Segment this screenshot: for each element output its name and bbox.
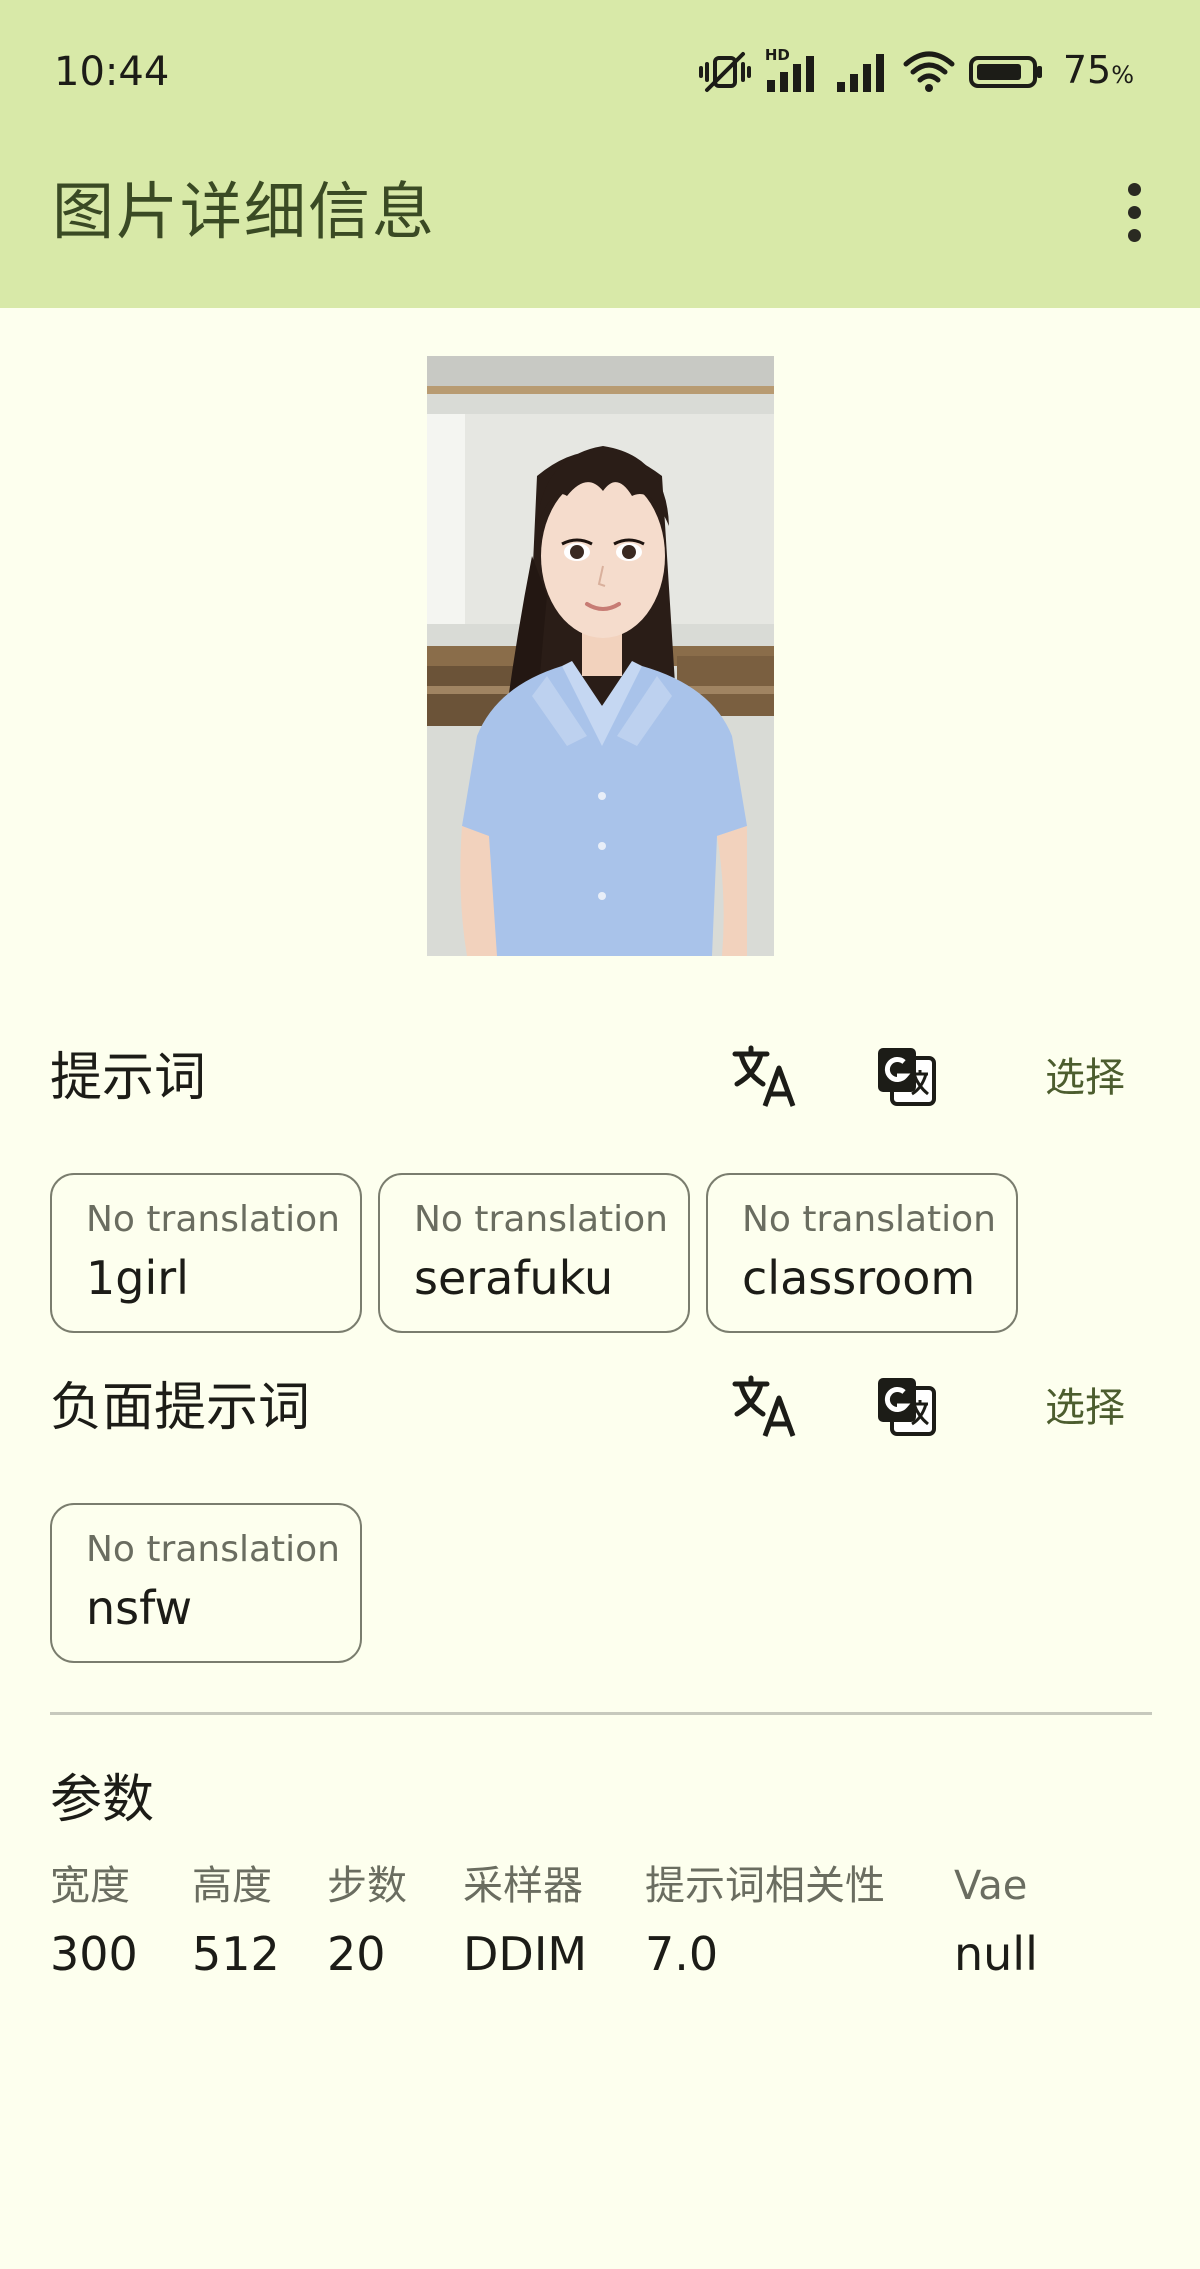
section-divider — [50, 1712, 1152, 1715]
param-value: null — [954, 1927, 1038, 1981]
negative-prompt-google-translate-button[interactable] — [866, 1368, 946, 1448]
prompt-chip[interactable]: No translation serafuku — [378, 1173, 690, 1333]
translate-icon — [731, 1374, 801, 1442]
param-steps: 步数 20 — [327, 1858, 407, 1986]
signal-hd-icon: HD — [765, 46, 821, 94]
chip-text: serafuku — [414, 1251, 614, 1305]
battery-icon — [968, 50, 1045, 94]
prompt-google-translate-button[interactable] — [866, 1038, 946, 1118]
status-time: 10:44 — [54, 49, 170, 95]
page-title: 图片详细信息 — [52, 175, 437, 248]
param-cfg-scale: 提示词相关性 7.0 — [645, 1858, 885, 1986]
prompt-select-button[interactable]: 选择 — [1010, 1044, 1160, 1112]
negative-prompt-chip[interactable]: No translation nsfw — [50, 1503, 362, 1663]
negative-prompt-select-button[interactable]: 选择 — [1010, 1374, 1160, 1442]
param-label: 高度 — [192, 1863, 272, 1909]
more-vert-icon-dot — [1127, 205, 1141, 219]
status-icons: HD 75% — [698, 42, 1134, 103]
chip-text: nsfw — [86, 1581, 193, 1635]
param-label: Vae — [954, 1863, 1028, 1909]
param-value: 300 — [50, 1927, 138, 1981]
negative-prompt-title: 负面提示词 — [50, 1378, 311, 1438]
prompt-translate-button[interactable] — [726, 1038, 806, 1118]
prompt-chip[interactable]: No translation 1girl — [50, 1173, 362, 1333]
app-top-bar: 10:44 HD 75% 图片详细信息 — [0, 0, 1200, 308]
param-label: 步数 — [327, 1863, 407, 1909]
translate-icon — [731, 1044, 801, 1112]
params-title: 参数 — [50, 1770, 155, 1830]
chip-translation: No translation — [86, 1199, 340, 1240]
param-value: 512 — [192, 1927, 280, 1981]
param-label: 宽度 — [50, 1863, 130, 1909]
prompt-header: 提示词 选择 — [50, 1028, 1160, 1128]
negative-prompt-header: 负面提示词 选择 — [50, 1358, 1160, 1458]
chip-translation: No translation — [742, 1199, 996, 1240]
negative-prompt-translate-button[interactable] — [726, 1368, 806, 1448]
battery-percent-value: 75 — [1062, 47, 1112, 92]
param-vae: Vae null — [954, 1858, 1038, 1986]
more-menu-button[interactable] — [1104, 176, 1164, 248]
battery-percent-sign: % — [1111, 60, 1134, 89]
param-label: 采样器 — [463, 1863, 583, 1909]
google-translate-icon — [874, 1044, 938, 1112]
param-value: 20 — [327, 1927, 386, 1981]
param-sampler: 采样器 DDIM — [463, 1858, 587, 1986]
prompt-chip[interactable]: No translation classroom — [706, 1173, 1018, 1333]
wifi-icon — [903, 50, 955, 94]
param-value: DDIM — [463, 1927, 588, 1981]
prompt-chip-row: No translation 1girl No translation sera… — [50, 1173, 1018, 1333]
prompt-title: 提示词 — [50, 1048, 207, 1108]
chip-text: classroom — [742, 1251, 976, 1305]
param-height: 高度 512 — [192, 1858, 280, 1986]
chip-text: 1girl — [86, 1251, 189, 1305]
param-value: 7.0 — [645, 1927, 719, 1981]
image-preview[interactable] — [427, 356, 774, 956]
battery-percent: 75% — [1063, 42, 1134, 103]
signal-icon — [835, 50, 889, 94]
chip-translation: No translation — [86, 1529, 340, 1570]
more-vert-icon-dot — [1127, 228, 1141, 242]
param-label: 提示词相关性 — [645, 1863, 885, 1909]
more-vert-icon-dot — [1127, 182, 1141, 196]
param-width: 宽度 300 — [50, 1858, 138, 1986]
chip-translation: No translation — [414, 1199, 668, 1240]
google-translate-icon — [874, 1374, 938, 1442]
mute-vibrate-icon — [698, 50, 751, 94]
negative-prompt-chip-row: No translation nsfw — [50, 1503, 362, 1663]
